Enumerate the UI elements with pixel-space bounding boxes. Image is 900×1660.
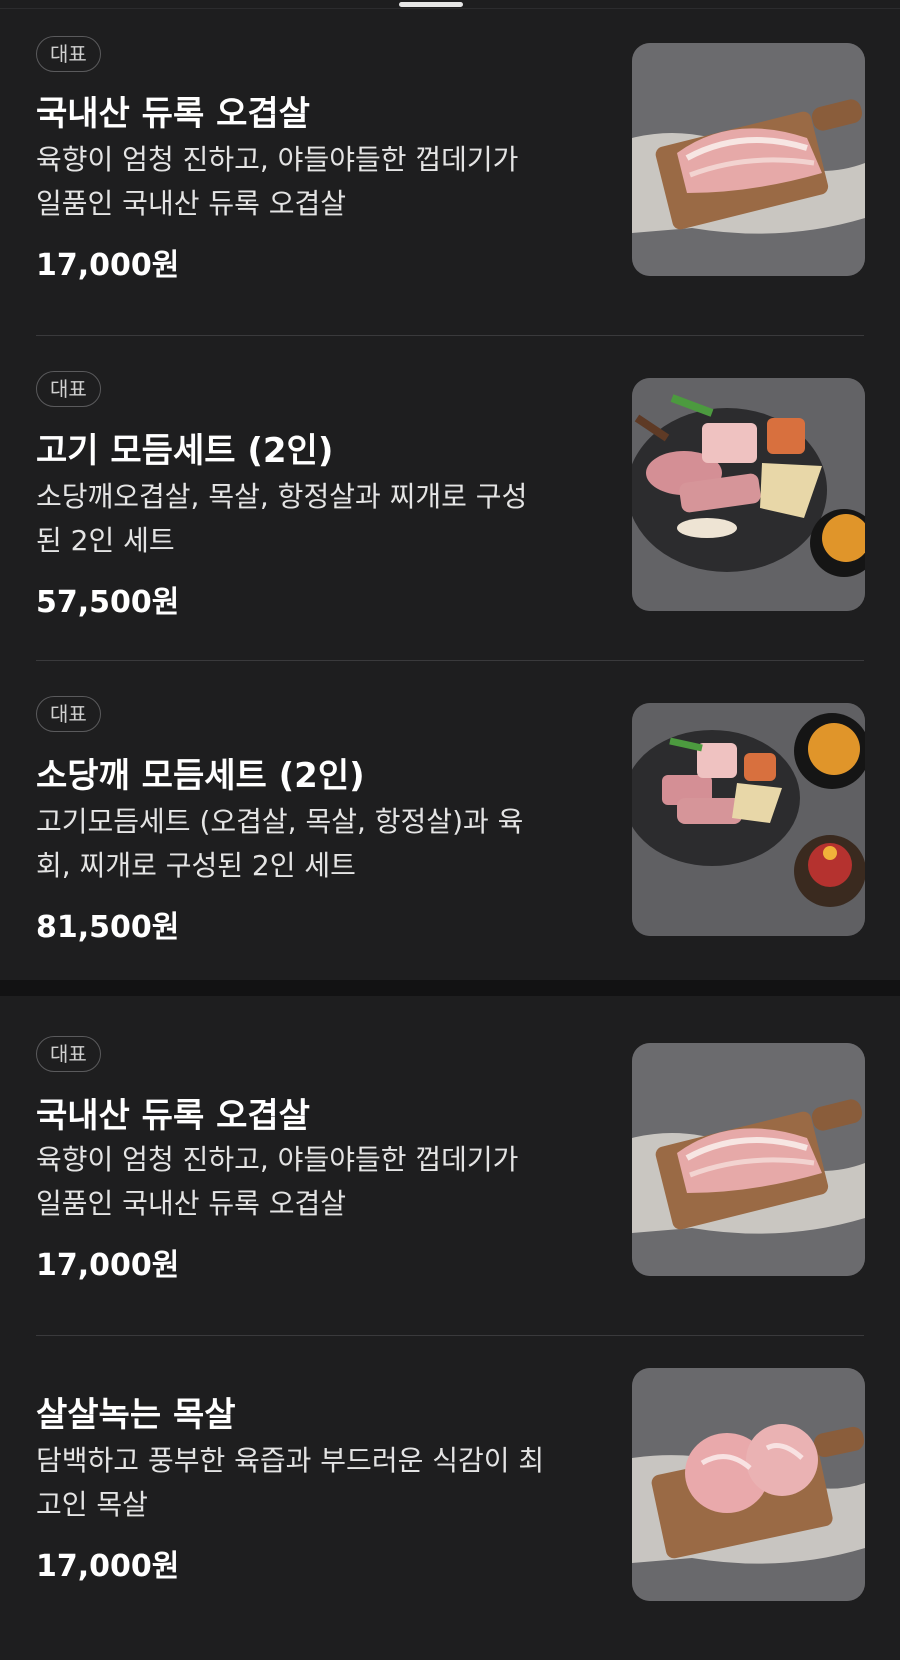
description-line: 육향이 엄청 진하고, 야들야들한 껍데기가 [36, 1143, 519, 1176]
menu-item-description: 담백하고 풍부한 육즙과 부드러운 식감이 최 고인 목살 [36, 1439, 581, 1527]
signature-badge: 대표 [36, 371, 101, 407]
description-line: 회, 찌개로 구성된 2인 세트 [36, 849, 356, 882]
pork-belly-board-photo [632, 1043, 865, 1276]
menu-item-name: 고기 모듬세트 (2인) [36, 431, 334, 471]
meat-platter-stew-photo [632, 378, 865, 611]
menu-item-photo[interactable] [632, 378, 865, 611]
menu-item-description: 육향이 엄청 진하고, 야들야들한 껍데기가 일품인 국내산 듀록 오겹살 [36, 1138, 581, 1226]
drag-handle[interactable] [399, 2, 463, 7]
description-line: 고기모듬세트 (오겹살, 목살, 항정살)과 육 [36, 805, 524, 838]
menu-item-description: 소당깨오겹살, 목살, 항정살과 찌개로 구성 된 2인 세트 [36, 475, 581, 563]
menu-item[interactable]: 대표 국내산 듀록 오겹살 육향이 엄청 진하고, 야들야들한 껍데기가 일품인… [0, 10, 900, 335]
top-bar [0, 0, 900, 9]
menu-item-price: 17,000원 [36, 248, 180, 283]
meat-platter-yukhoe-photo [632, 703, 865, 936]
section-divider [0, 980, 900, 996]
description-line: 고인 목살 [36, 1488, 148, 1521]
description-line: 육향이 엄청 진하고, 야들야들한 껍데기가 [36, 143, 519, 176]
menu-item-price: 17,000원 [36, 1248, 180, 1283]
menu-section-1: 대표 국내산 듀록 오겹살 육향이 엄청 진하고, 야들야들한 껍데기가 일품인… [0, 10, 900, 985]
menu-item-photo[interactable] [632, 703, 865, 936]
menu-item-price: 57,500원 [36, 585, 180, 620]
signature-badge: 대표 [36, 36, 101, 72]
menu-item-photo[interactable] [632, 43, 865, 276]
menu-item-description: 고기모듬세트 (오겹살, 목살, 항정살)과 육 회, 찌개로 구성된 2인 세… [36, 800, 581, 888]
description-line: 일품인 국내산 듀록 오겹살 [36, 187, 347, 220]
menu-section-2: 대표 국내산 듀록 오겹살 육향이 엄청 진하고, 야들야들한 껍데기가 일품인… [0, 1010, 900, 1660]
menu-item-name: 소당깨 모듬세트 (2인) [36, 756, 365, 796]
menu-item-price: 81,500원 [36, 910, 180, 945]
menu-item-name: 국내산 듀록 오겹살 [36, 1096, 310, 1136]
signature-badge: 대표 [36, 1036, 101, 1072]
pork-belly-board-photo [632, 43, 865, 276]
menu-item-description: 육향이 엄청 진하고, 야들야들한 껍데기가 일품인 국내산 듀록 오겹살 [36, 138, 581, 226]
menu-item-photo[interactable] [632, 1368, 865, 1601]
description-line: 담백하고 풍부한 육즙과 부드러운 식감이 최 [36, 1444, 545, 1477]
menu-item-name: 국내산 듀록 오겹살 [36, 94, 310, 134]
menu-item[interactable]: 대표 고기 모듬세트 (2인) 소당깨오겹살, 목살, 항정살과 찌개로 구성 … [0, 335, 900, 660]
menu-item-name: 살살녹는 목살 [36, 1395, 236, 1435]
pork-neck-board-photo [632, 1368, 865, 1601]
menu-item[interactable]: 대표 국내산 듀록 오겹살 육향이 엄청 진하고, 야들야들한 껍데기가 일품인… [0, 1010, 900, 1335]
signature-badge: 대표 [36, 696, 101, 732]
menu-item-photo[interactable] [632, 1043, 865, 1276]
menu-item-price: 17,000원 [36, 1549, 180, 1584]
menu-item[interactable]: 살살녹는 목살 담백하고 풍부한 육즙과 부드러운 식감이 최 고인 목살 17… [0, 1335, 900, 1660]
description-line: 된 2인 세트 [36, 524, 175, 557]
description-line: 일품인 국내산 듀록 오겹살 [36, 1187, 347, 1220]
description-line: 소당깨오겹살, 목살, 항정살과 찌개로 구성 [36, 480, 528, 513]
menu-item[interactable]: 대표 소당깨 모듬세트 (2인) 고기모듬세트 (오겹살, 목살, 항정살)과 … [0, 660, 900, 985]
